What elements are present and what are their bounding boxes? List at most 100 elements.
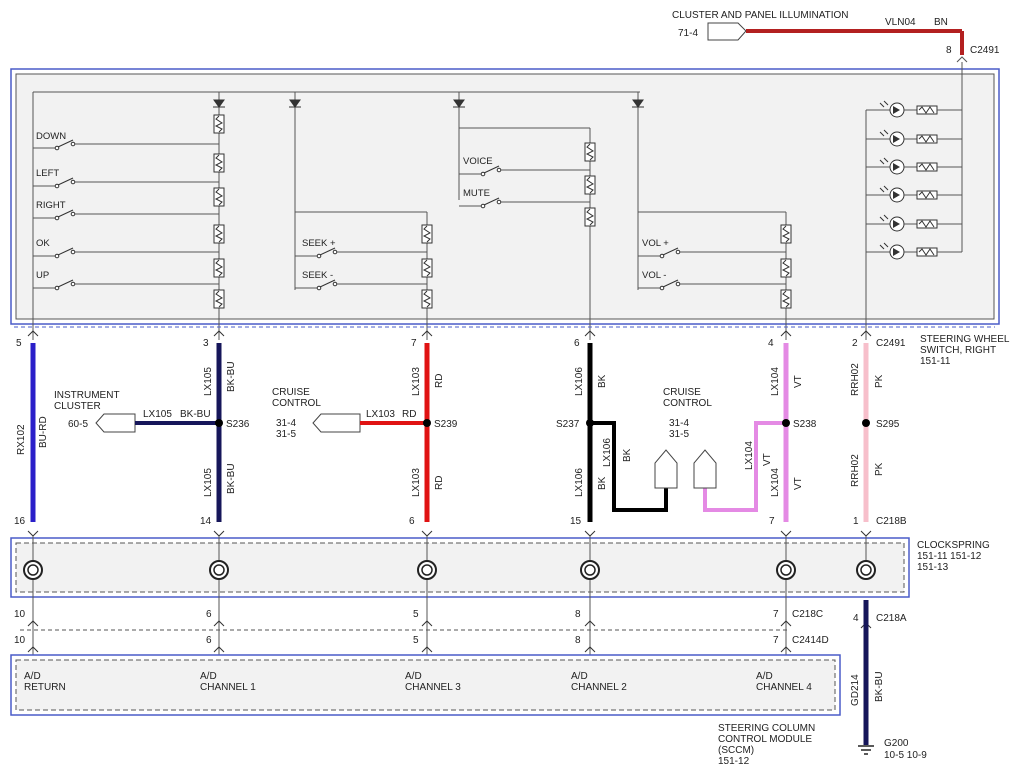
switch-terminal xyxy=(70,281,76,287)
switch-terminal xyxy=(332,249,338,255)
cruise-left-color: RD xyxy=(402,409,416,420)
lx103-bot-circuit: LX103 xyxy=(411,468,422,497)
c218a-pin: 4 xyxy=(853,613,859,624)
clockspring-coil-inner xyxy=(584,564,596,576)
switch-terminal xyxy=(70,211,76,217)
clockspring-coil-inner xyxy=(421,564,433,576)
c218b-pin-15: 15 xyxy=(570,516,582,527)
pin-chevron-icon xyxy=(213,530,225,537)
vln04-color: BN xyxy=(934,17,948,28)
ground-label: G200 xyxy=(884,738,909,749)
splice-s295 xyxy=(862,419,870,427)
lx104-top-circuit: LX104 xyxy=(770,367,781,396)
cluster-illumination-feed: CLUSTER AND PANEL ILLUMINATION 71-4 VLN0… xyxy=(672,10,1000,63)
cruise-control-left-branch: CRUISE CONTROL 31-4 31-5 LX103 RD xyxy=(272,387,427,440)
clockspring-refs-2: 151-13 xyxy=(917,562,949,573)
cruise-left-connector-icon xyxy=(312,413,361,433)
instrument-cluster-connector-icon xyxy=(95,413,136,433)
c2491-top-pin: 8 xyxy=(946,45,952,56)
sccm-ch1-l1: A/D xyxy=(200,671,217,682)
pin-chevron-icon xyxy=(860,530,872,537)
cruise-left-label-2: CONTROL xyxy=(272,398,321,409)
switch-terminal xyxy=(496,167,502,173)
lx104-bot-color: VT xyxy=(793,477,804,490)
instrument-cluster-ref: 60-5 xyxy=(68,419,88,430)
resistor-icon xyxy=(780,258,792,278)
cruise-right-ref-2: 31-5 xyxy=(669,429,689,440)
rrh02-bot-circuit: RRH02 xyxy=(850,454,861,487)
resistor-icon xyxy=(584,175,596,195)
resistor-icon xyxy=(421,258,433,278)
steering-wheel-ref: 151-11 xyxy=(920,356,951,367)
cruise-connector-b-icon xyxy=(693,449,717,489)
sccm-label-3: (SCCM) xyxy=(718,745,754,756)
lx103-top-circuit: LX103 xyxy=(411,367,422,396)
steering-wheel-label-2: SWITCH, RIGHT xyxy=(920,345,996,356)
c218b-pin-6: 6 xyxy=(409,516,415,527)
instrument-cluster-label-2: CLUSTER xyxy=(54,401,101,412)
sccm-ch2-l1: A/D xyxy=(571,671,588,682)
switch-voice-label: VOICE xyxy=(463,156,493,167)
switch-right-label: RIGHT xyxy=(36,200,66,211)
c218c-connector-label: C218C xyxy=(792,609,823,620)
cluster-illumination-title: CLUSTER AND PANEL ILLUMINATION xyxy=(672,10,849,21)
switch-mute-label: MUTE xyxy=(463,188,490,199)
switch-vol-plus-label: VOL + xyxy=(642,238,669,249)
resistor-icon xyxy=(584,142,596,162)
instrument-cluster-circuit: LX105 xyxy=(143,409,172,420)
c2491-pin-6: 6 xyxy=(574,338,580,349)
sccm-ch2-l2: CHANNEL 2 xyxy=(571,682,627,693)
lx106-top-color: BK xyxy=(597,374,608,388)
c218c-pin-6: 6 xyxy=(206,609,212,620)
sccm-ch3-l1: A/D xyxy=(405,671,422,682)
switch-seek-plus-label: SEEK + xyxy=(302,238,336,249)
c218b-pin-7: 7 xyxy=(769,516,775,527)
c218a-connector-label: C218A xyxy=(876,613,907,624)
resistor-icon xyxy=(213,187,225,207)
ground-icon xyxy=(858,745,874,755)
c2491-pin-markers xyxy=(27,330,872,337)
sccm-ch4-l2: CHANNEL 4 xyxy=(756,682,812,693)
switch-ok-label: OK xyxy=(36,238,50,249)
c2491-pin-7: 7 xyxy=(411,338,417,349)
lx104-top-color: VT xyxy=(793,375,804,388)
clockspring-coil-inner xyxy=(213,564,225,576)
c2414d-connector-label: C2414D xyxy=(792,635,829,646)
lx106-top-circuit: LX106 xyxy=(574,367,585,396)
splice-s238-label: S238 xyxy=(793,419,817,430)
resistor-icon xyxy=(780,289,792,309)
cluster-illumination-ref: 71-4 xyxy=(678,28,698,39)
steering-wheel-label-1: STEERING WHEEL xyxy=(920,334,1010,345)
instrument-cluster-branch: INSTRUMENT CLUSTER 60-5 LX105 BK-BU xyxy=(54,390,219,433)
clockspring-label: CLOCKSPRING xyxy=(917,540,990,551)
c2491-connector-label: C2491 xyxy=(876,338,906,349)
cluster-illumination-connector-icon xyxy=(707,22,747,41)
cruise-left-label-1: CRUISE xyxy=(272,387,310,398)
c218c-pin-7: 7 xyxy=(773,609,779,620)
lx106-bot-circuit: LX106 xyxy=(574,468,585,497)
sccm-label-2: CONTROL MODULE xyxy=(718,734,812,745)
lx103-top-color: RD xyxy=(434,374,445,388)
switch-terminal xyxy=(675,281,681,287)
clockspring-coil-inner xyxy=(780,564,792,576)
switch-terminal xyxy=(70,249,76,255)
gd214-color: BK-BU xyxy=(874,671,885,702)
c2414d-pin-10: 10 xyxy=(14,635,26,646)
lx104-branch-color: VT xyxy=(762,453,773,466)
pin-chevron-icon xyxy=(584,530,596,537)
resistor-icon xyxy=(213,153,225,173)
lx106-branch-circuit: LX106 xyxy=(602,438,613,467)
wiring-diagram: CLUSTER AND PANEL ILLUMINATION 71-4 VLN0… xyxy=(10,10,1010,767)
clockspring-coil-inner xyxy=(27,564,39,576)
sccm-return-l1: A/D xyxy=(24,671,41,682)
rx102-color: BU-RD xyxy=(38,416,49,448)
rrh02-top-color: PK xyxy=(874,374,885,388)
switch-terminal xyxy=(332,281,338,287)
resistor-icon xyxy=(213,224,225,244)
lx104-branch-circuit: LX104 xyxy=(744,441,755,470)
c218b-connector-label: C218B xyxy=(876,516,907,527)
sccm-ch4-l1: A/D xyxy=(756,671,773,682)
sccm-return-l2: RETURN xyxy=(24,682,66,693)
splice-s237-label: S237 xyxy=(556,419,580,430)
instrument-cluster-label-1: INSTRUMENT xyxy=(54,390,120,401)
